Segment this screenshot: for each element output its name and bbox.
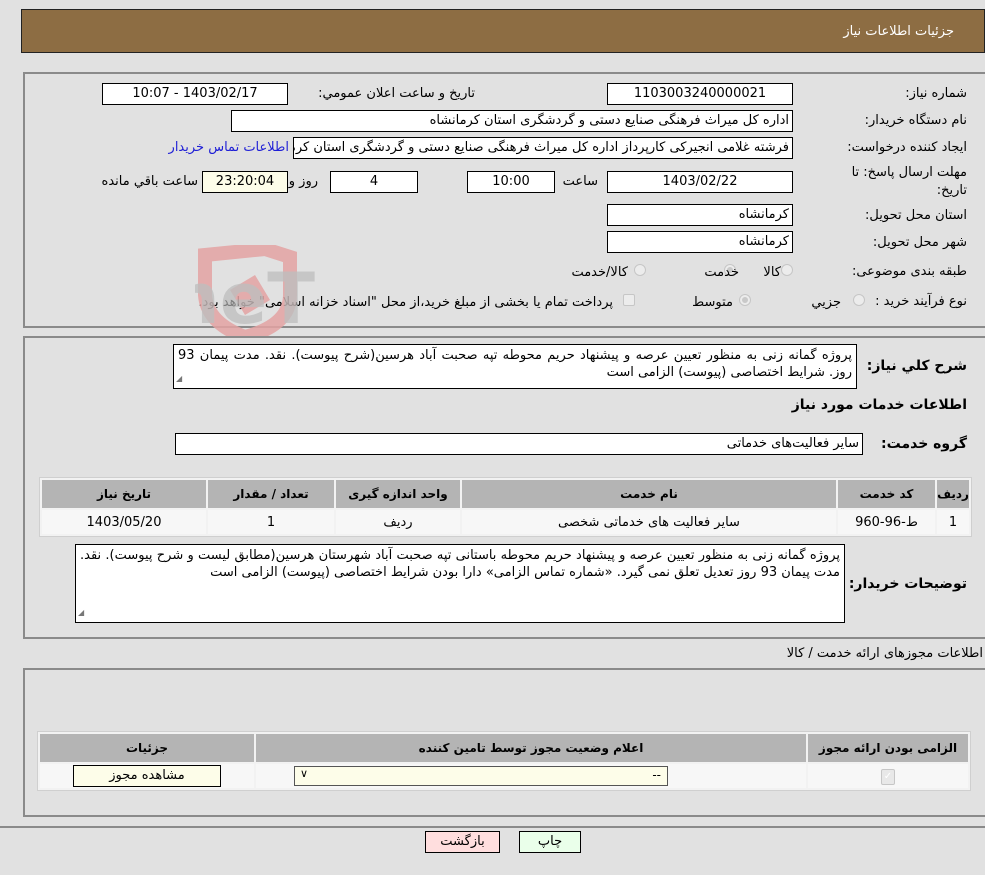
- buyer-notes-text: پروژه گمانه زنی به منظور تعیین عرصه و پی…: [80, 548, 840, 580]
- process-minor-label: جزیي: [811, 295, 841, 310]
- treasury-checkbox[interactable]: [623, 294, 635, 306]
- remaining-time-label: ساعت باقي مانده: [101, 174, 198, 189]
- summary-textarea[interactable]: پروژه گمانه زنی به منظور تعیین عرصه و پی…: [173, 344, 857, 389]
- province-label: استان محل تحویل:: [865, 208, 967, 223]
- table-row: ✓ -- ∨ مشاهده مجوز: [40, 764, 968, 788]
- category-label: طبقه بندی موضوعی:: [851, 264, 967, 279]
- treasury-note: پرداخت تمام یا بخشی از مبلغ خرید،از محل …: [198, 295, 613, 310]
- footer-divider: [0, 826, 985, 828]
- category-service-label: خدمت: [704, 265, 739, 280]
- resize-grip-icon[interactable]: ◢: [176, 370, 182, 387]
- services-table: ردیف کد خدمت نام خدمت واحد اندازه گیری ت…: [39, 477, 972, 537]
- cell-service-name: سایر فعالیت های خدماتی شخصی: [462, 510, 836, 534]
- services-section-title: اطلاعات خدمات مورد نیاز: [791, 397, 967, 413]
- print-button[interactable]: چاپ: [519, 831, 581, 853]
- province-field: کرمانشاه: [607, 204, 793, 226]
- summary-text: پروژه گمانه زنی به منظور تعیین عرصه و پی…: [178, 348, 852, 380]
- permits-table-header: الزامی بودن ارائه مجوز اعلام وضعیت مجوز …: [40, 734, 968, 762]
- col-service-name: نام خدمت: [462, 480, 836, 508]
- creator-label: ایجاد کننده درخواست:: [847, 140, 967, 155]
- category-goods-service-label: کالا/خدمت: [571, 265, 628, 280]
- col-permit-required: الزامی بودن ارائه مجوز: [808, 734, 968, 762]
- table-row: 1 ط-96-960 سایر فعالیت های خدماتی شخصی ر…: [42, 510, 969, 534]
- summary-label: شرح کلي نیاز:: [866, 358, 967, 374]
- col-unit: واحد اندازه گیری: [336, 480, 460, 508]
- cell-service-code: ط-96-960: [838, 510, 935, 534]
- permits-table: الزامی بودن ارائه مجوز اعلام وضعیت مجوز …: [37, 731, 971, 791]
- announce-label: تاریخ و ساعت اعلان عمومي:: [318, 86, 475, 101]
- services-table-header: ردیف کد خدمت نام خدمت واحد اندازه گیری ت…: [42, 480, 969, 508]
- cell-permit-details: مشاهده مجوز: [40, 764, 254, 788]
- buyer-notes-textarea[interactable]: پروژه گمانه زنی به منظور تعیین عرصه و پی…: [75, 544, 845, 623]
- announce-datetime-field: 1403/02/17 - 10:07: [102, 83, 288, 105]
- buyer-notes-label: توضیحات خریدار:: [848, 576, 967, 592]
- process-medium-label: متوسط: [692, 295, 733, 310]
- permits-section-title: اطلاعات مجوزهای ارائه خدمت / کالا: [786, 646, 983, 661]
- cell-quantity: 1: [208, 510, 334, 534]
- cell-row-number: 1: [937, 510, 969, 534]
- permit-required-checkbox: ✓: [881, 768, 895, 785]
- process-label: نوع فرآیند خرید :: [875, 294, 967, 309]
- buyer-contact-link[interactable]: اطلاعات تماس خریدار: [169, 140, 289, 155]
- process-minor-radio[interactable]: [853, 294, 865, 306]
- deadline-time-field: 10:00: [467, 171, 555, 193]
- cell-need-date: 1403/05/20: [42, 510, 206, 534]
- col-quantity: تعداد / مقدار: [208, 480, 334, 508]
- category-goods-radio[interactable]: [781, 264, 793, 276]
- resize-grip-icon[interactable]: ◢: [78, 604, 84, 621]
- view-permit-button[interactable]: مشاهده مجوز: [73, 765, 221, 787]
- permit-status-value: --: [652, 768, 661, 782]
- category-goods-label: کالا: [763, 265, 781, 280]
- page-header: جزئیات اطلاعات نیاز: [21, 9, 985, 53]
- page-title: جزئیات اطلاعات نیاز: [843, 24, 954, 39]
- days-remaining-field: 4: [330, 171, 418, 193]
- cell-permit-required: ✓: [808, 764, 968, 788]
- chevron-down-icon: ∨: [300, 767, 309, 780]
- service-group-field: سایر فعالیت‌های خدماتی: [175, 433, 863, 455]
- buyer-org-field: اداره کل میراث فرهنگی صنایع دستی و گردشگ…: [231, 110, 793, 132]
- deadline-date-field: 1403/02/22: [607, 171, 793, 193]
- city-label: شهر محل تحویل:: [872, 235, 967, 250]
- col-permit-status: اعلام وضعیت مجوز توسط تامین کننده: [256, 734, 806, 762]
- category-goods-service-radio[interactable]: [634, 264, 646, 276]
- deadline-label: مهلت ارسال پاسخ: تا تاریخ:: [851, 165, 967, 198]
- creator-field: فرشته غلامی انجیرکی کارپرداز اداره کل می…: [293, 137, 793, 159]
- col-permit-details: جزئیات: [40, 734, 254, 762]
- service-group-label: گروه خدمت:: [881, 436, 967, 452]
- days-label: روز و: [288, 174, 318, 189]
- deadline-time-label: ساعت: [562, 174, 598, 189]
- col-service-code: کد خدمت: [838, 480, 935, 508]
- col-row-number: ردیف: [937, 480, 969, 508]
- process-medium-radio[interactable]: [739, 294, 751, 306]
- remaining-time-field: 23:20:04: [202, 171, 288, 193]
- city-field: کرمانشاه: [607, 231, 793, 253]
- col-need-date: تاریخ نیاز: [42, 480, 206, 508]
- cell-unit: ردیف: [336, 510, 460, 534]
- buyer-org-label: نام دستگاه خریدار:: [864, 113, 967, 128]
- back-button[interactable]: بازگشت: [425, 831, 500, 853]
- permit-status-select[interactable]: -- ∨: [294, 766, 668, 786]
- need-number-field: 1103003240000021: [607, 83, 793, 105]
- cell-permit-status: -- ∨: [256, 764, 806, 788]
- need-number-label: شماره نیاز:: [905, 86, 967, 101]
